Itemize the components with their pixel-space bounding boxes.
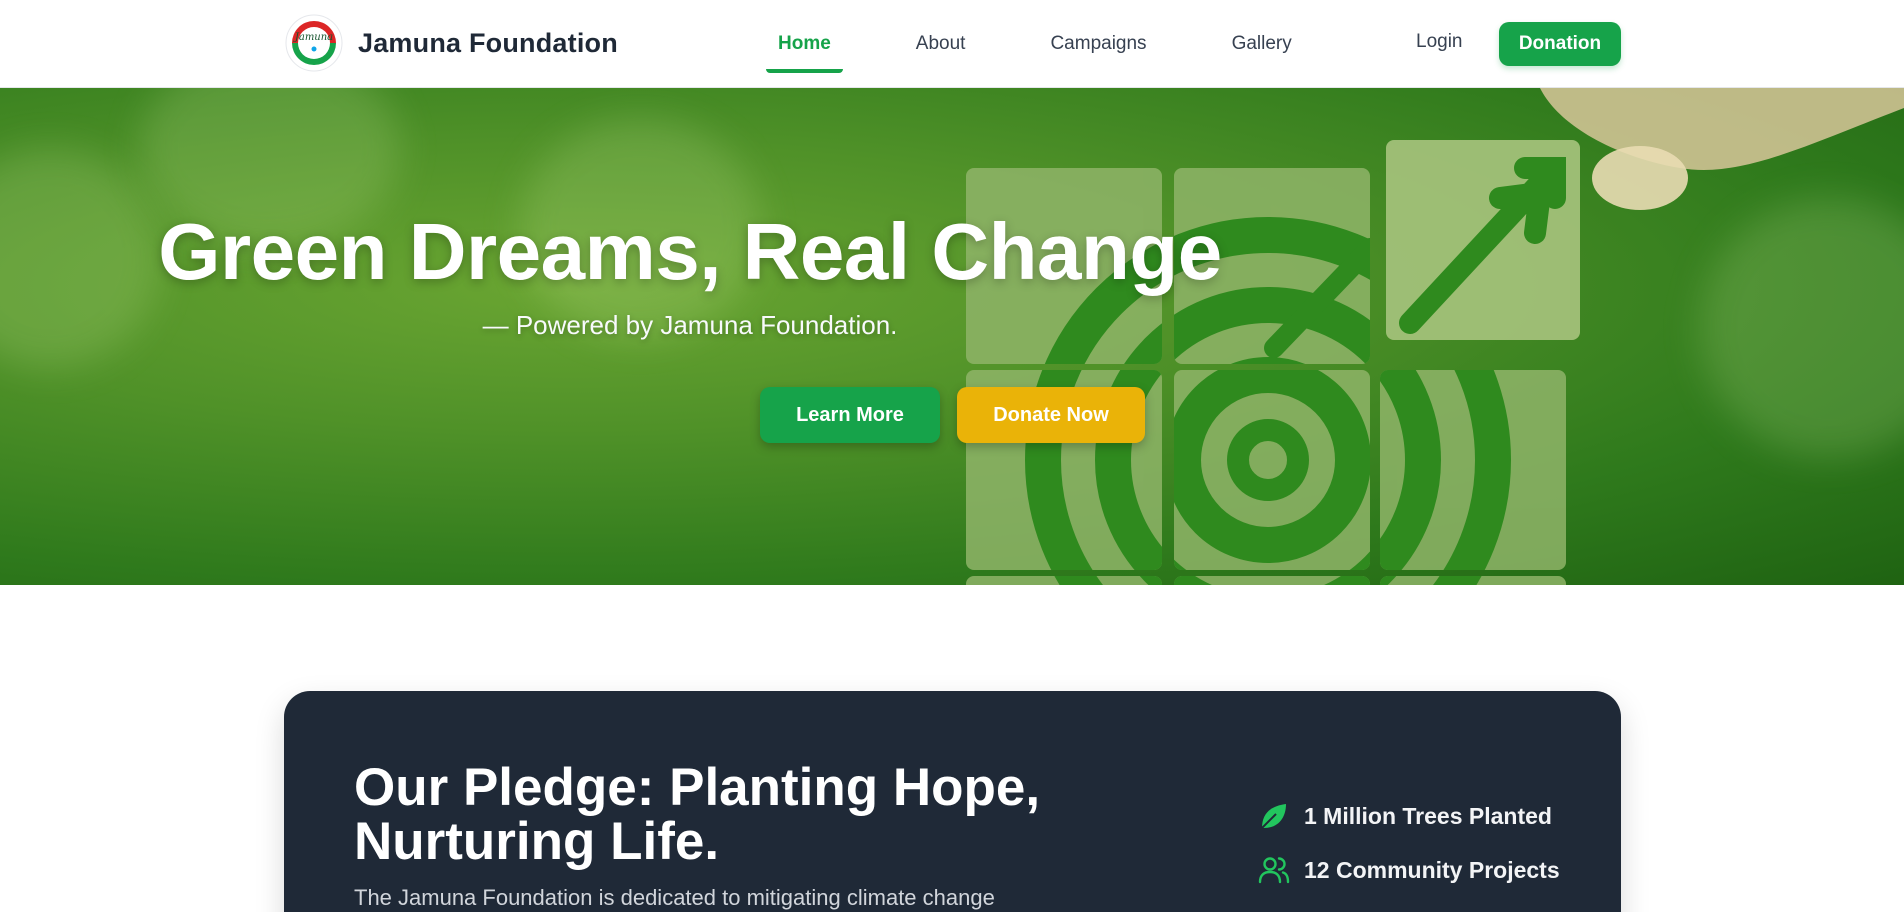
donation-button[interactable]: Donation (1499, 22, 1621, 66)
foundation-logo-icon: Jamuna (285, 14, 343, 72)
nav-home[interactable]: Home (766, 25, 843, 73)
brand[interactable]: Jamuna Jamuna Foundation (284, 13, 618, 73)
main-nav: Home About Campaigns Gallery (766, 0, 1304, 88)
nav-gallery[interactable]: Gallery (1220, 25, 1304, 63)
pledge-title: Our Pledge: Planting Hope, Nurturing Lif… (354, 758, 1041, 871)
nav-about[interactable]: About (904, 25, 978, 63)
stat-trees: 1 Million Trees Planted (1258, 800, 1552, 832)
users-icon (1258, 857, 1290, 884)
pledge-card: Our Pledge: Planting Hope, Nurturing Lif… (284, 691, 1621, 912)
brand-name: Jamuna Foundation (358, 27, 618, 58)
learn-more-button[interactable]: Learn More (760, 387, 940, 443)
hero-banner: Green Dreams, Real Change — Powered by J… (0, 88, 1904, 585)
donate-now-button[interactable]: Donate Now (957, 387, 1145, 443)
stat-trees-label: 1 Million Trees Planted (1304, 802, 1552, 829)
nav-campaigns[interactable]: Campaigns (1038, 25, 1158, 63)
leaf-icon (1261, 804, 1286, 829)
svg-text:Jamuna: Jamuna (293, 32, 333, 43)
hand-shape (1540, 88, 1904, 170)
stat-projects: 12 Community Projects (1258, 854, 1560, 886)
pledge-description: The Jamuna Foundation is dedicated to mi… (354, 885, 995, 910)
hero-subtitle: — Powered by Jamuna Foundation. (482, 310, 898, 340)
site-header: Jamuna Jamuna Foundation Home About Camp… (0, 0, 1904, 88)
hero-title: Green Dreams, Real Change (158, 207, 1222, 296)
stat-projects-label: 12 Community Projects (1304, 856, 1560, 883)
login-link[interactable]: Login (1416, 31, 1463, 53)
